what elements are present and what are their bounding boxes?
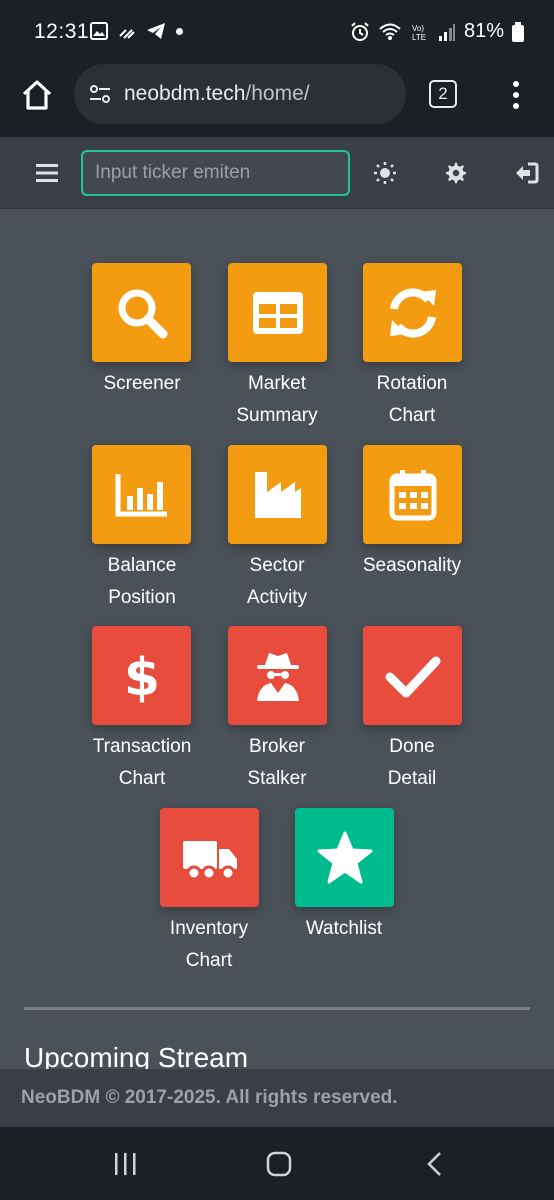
more-vert-icon[interactable] <box>508 80 524 110</box>
battery-icon <box>512 21 524 42</box>
search-icon <box>118 289 167 338</box>
sector-activity-label: Sector Activity <box>246 555 308 608</box>
cell-signal-icon <box>438 23 455 41</box>
transaction-chart-button[interactable]: $ <box>92 626 191 725</box>
url-text[interactable]: neobdm.tech/home/ <box>124 82 310 106</box>
dollar-icon: $ <box>123 648 159 705</box>
system-icons: Vo) LTE 81% <box>350 20 524 43</box>
wifi-icon <box>379 23 401 40</box>
upcoming-stream-title: Upcoming Stream <box>24 1042 249 1072</box>
watchlist-label: Watchlist <box>305 918 383 939</box>
volte-icon: Vo)LTE <box>412 24 426 42</box>
screener-label: Screener <box>103 373 181 394</box>
url-host: neobdm.tech <box>124 82 246 105</box>
page-footer: NeoBDM © 2017-2025. All rights reserved. <box>0 1069 554 1127</box>
gallery-icon <box>90 22 108 40</box>
calendar-icon <box>389 469 436 520</box>
svg-text:$: $ <box>123 648 159 705</box>
ticker-search-input[interactable]: Input ticker emiten <box>81 150 350 196</box>
sector-activity-button[interactable] <box>228 445 327 544</box>
svg-text:LTE: LTE <box>412 33 426 42</box>
site-settings-icon[interactable] <box>88 82 112 106</box>
screen: 12:31 Vo) LTE 81% neobdm.tech/home/ 2 Inp… <box>0 0 554 1200</box>
browser-toolbar: neobdm.tech/home/ 2 <box>0 64 554 137</box>
industry-icon <box>254 471 301 518</box>
system-navigation-bar <box>0 1127 554 1200</box>
star-icon <box>317 831 372 883</box>
transaction-chart-label: Transaction Chart <box>92 736 192 789</box>
seasonality-label: Seasonality <box>362 555 462 576</box>
balance-position-label: Balance Position <box>107 555 177 608</box>
broker-stalker-button[interactable] <box>228 626 327 725</box>
hamburger-menu-icon[interactable] <box>36 163 58 183</box>
inventory-chart-label: Inventory Chart <box>169 918 249 971</box>
broker-stalker-label: Broker Stalker <box>247 736 307 789</box>
spy-icon <box>256 652 299 701</box>
rotation-chart-label: Rotation Chart <box>376 373 448 426</box>
recent-apps-icon[interactable] <box>110 1149 140 1179</box>
signal-waves-icon <box>119 29 135 39</box>
rotation-chart-button[interactable] <box>363 263 462 362</box>
notification-icons <box>90 22 183 40</box>
table-icon <box>252 291 303 334</box>
app-navbar: Input ticker emiten <box>0 137 554 209</box>
logout-icon[interactable] <box>514 161 540 185</box>
inventory-chart-button[interactable] <box>160 808 259 907</box>
check-icon <box>385 656 440 697</box>
url-path: /home/ <box>245 82 310 105</box>
back-icon[interactable] <box>420 1149 450 1179</box>
home-icon[interactable] <box>20 78 54 112</box>
battery-percent: 81% <box>463 20 504 42</box>
gear-icon[interactable] <box>444 161 468 185</box>
tab-switcher-button[interactable]: 2 <box>429 80 457 108</box>
bar-chart-icon <box>115 473 167 516</box>
balance-position-button[interactable] <box>92 445 191 544</box>
section-divider <box>24 1007 530 1010</box>
watchlist-button[interactable] <box>295 808 394 907</box>
truck-icon <box>182 840 237 880</box>
address-bar[interactable]: neobdm.tech/home/ <box>74 64 406 124</box>
done-detail-button[interactable] <box>363 626 462 725</box>
sun-theme-icon[interactable] <box>373 161 397 185</box>
alarm-icon <box>351 21 369 41</box>
seasonality-button[interactable] <box>363 445 462 544</box>
done-detail-label: Done Detail <box>387 736 437 789</box>
market-summary-label: Market Summary <box>236 373 318 426</box>
svg-text:Vo): Vo) <box>412 24 424 33</box>
more-notifications-dot <box>176 27 183 35</box>
status-time: 12:31 <box>34 20 90 43</box>
home-nav-icon[interactable] <box>264 1149 294 1179</box>
market-summary-button[interactable] <box>228 263 327 362</box>
sync-icon <box>389 287 436 338</box>
screener-button[interactable] <box>92 263 191 362</box>
status-bar: 12:31 Vo) LTE 81% <box>0 0 554 64</box>
telegram-icon <box>147 23 165 39</box>
